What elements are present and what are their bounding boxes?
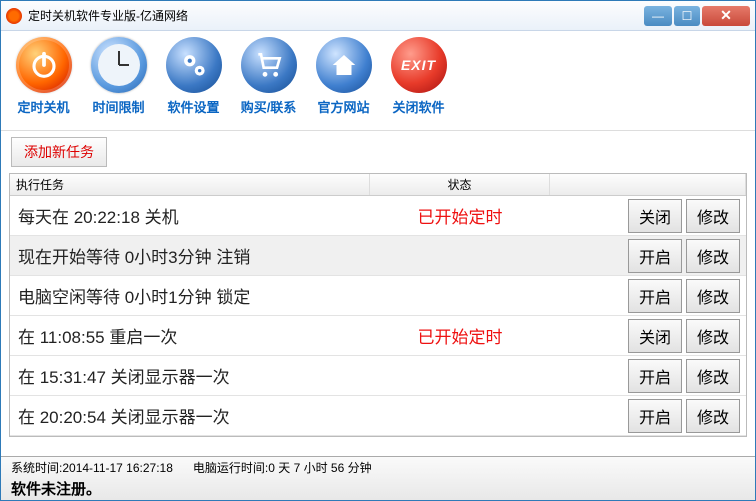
toggle-button[interactable]: 关闭 bbox=[628, 199, 682, 233]
toolbar-label: 官方网站 bbox=[317, 97, 369, 116]
table-row[interactable]: 现在开始等待 0小时3分钟 注销 开启修改 bbox=[10, 236, 746, 276]
toolbar-settings[interactable]: 软件设置 bbox=[161, 37, 226, 130]
status-cell: 已开始定时 bbox=[370, 203, 550, 228]
toolbar-label: 时间限制 bbox=[92, 97, 144, 116]
task-cell: 每天在 20:22:18 关机 bbox=[10, 203, 370, 228]
task-table: 执行任务 状态 每天在 20:22:18 关机已开始定时关闭修改现在开始等待 0… bbox=[9, 173, 747, 437]
toolbar-exit[interactable]: EXIT 关闭软件 bbox=[386, 37, 451, 130]
toolbar-label: 定时关机 bbox=[17, 97, 69, 116]
table-row[interactable]: 在 11:08:55 重启一次已开始定时关闭修改 bbox=[10, 316, 746, 356]
table-header: 执行任务 状态 bbox=[10, 174, 746, 196]
uptime-label: 电脑运行时间: bbox=[193, 461, 268, 475]
toggle-button[interactable]: 关闭 bbox=[628, 319, 682, 353]
system-time-label: 系统时间: bbox=[11, 461, 62, 475]
action-cell: 开启修改 bbox=[550, 359, 746, 393]
system-time: 2014-11-17 16:27:18 bbox=[62, 461, 173, 475]
action-cell: 关闭修改 bbox=[550, 199, 746, 233]
home-icon bbox=[316, 37, 372, 93]
power-icon bbox=[16, 37, 72, 93]
toolbar-website[interactable]: 官方网站 bbox=[311, 37, 376, 130]
window-controls: — ☐ ✕ bbox=[644, 6, 750, 26]
edit-button[interactable]: 修改 bbox=[686, 319, 740, 353]
task-cell: 在 11:08:55 重启一次 bbox=[10, 323, 370, 348]
minimize-button[interactable]: — bbox=[644, 6, 672, 26]
table-row[interactable]: 在 15:31:47 关闭显示器一次 开启修改 bbox=[10, 356, 746, 396]
register-status: 软件未注册。 bbox=[11, 478, 745, 499]
toolbar-label: 关闭软件 bbox=[392, 97, 444, 116]
header-task[interactable]: 执行任务 bbox=[10, 174, 370, 195]
add-task-button[interactable]: 添加新任务 bbox=[11, 137, 107, 167]
cart-icon bbox=[241, 37, 297, 93]
app-window: 定时关机软件专业版-亿通网络 — ☐ ✕ 定时关机 时间限制 软件设置 bbox=[0, 0, 756, 501]
task-cell: 在 15:31:47 关闭显示器一次 bbox=[10, 363, 370, 388]
edit-button[interactable]: 修改 bbox=[686, 399, 740, 433]
action-cell: 开启修改 bbox=[550, 399, 746, 433]
clock-icon bbox=[91, 37, 147, 93]
table-row[interactable]: 每天在 20:22:18 关机已开始定时关闭修改 bbox=[10, 196, 746, 236]
action-cell: 关闭修改 bbox=[550, 319, 746, 353]
edit-button[interactable]: 修改 bbox=[686, 239, 740, 273]
add-task-bar: 添加新任务 bbox=[1, 131, 755, 173]
app-icon bbox=[6, 8, 22, 24]
task-cell: 在 20:20:54 关闭显示器一次 bbox=[10, 403, 370, 428]
table-row[interactable]: 电脑空闲等待 0小时1分钟 锁定 开启修改 bbox=[10, 276, 746, 316]
window-title: 定时关机软件专业版-亿通网络 bbox=[28, 7, 644, 24]
statusbar: 系统时间:2014-11-17 16:27:18 电脑运行时间:0 天 7 小时… bbox=[1, 456, 755, 500]
maximize-button[interactable]: ☐ bbox=[674, 6, 700, 26]
table-row[interactable]: 在 20:20:54 关闭显示器一次 开启修改 bbox=[10, 396, 746, 436]
uptime: 0 天 7 小时 56 分钟 bbox=[268, 461, 371, 475]
toggle-button[interactable]: 开启 bbox=[628, 239, 682, 273]
toggle-button[interactable]: 开启 bbox=[628, 279, 682, 313]
exit-text: EXIT bbox=[401, 57, 436, 73]
toolbar-shutdown[interactable]: 定时关机 bbox=[11, 37, 76, 130]
edit-button[interactable]: 修改 bbox=[686, 359, 740, 393]
toolbar-buy-contact[interactable]: 购买/联系 bbox=[236, 37, 301, 130]
toolbar-label: 购买/联系 bbox=[241, 97, 297, 116]
action-cell: 开启修改 bbox=[550, 239, 746, 273]
exit-icon: EXIT bbox=[391, 37, 447, 93]
gear-icon bbox=[166, 37, 222, 93]
toggle-button[interactable]: 开启 bbox=[628, 399, 682, 433]
task-cell: 现在开始等待 0小时3分钟 注销 bbox=[10, 243, 370, 268]
edit-button[interactable]: 修改 bbox=[686, 199, 740, 233]
header-actions bbox=[550, 174, 746, 195]
toggle-button[interactable]: 开启 bbox=[628, 359, 682, 393]
titlebar[interactable]: 定时关机软件专业版-亿通网络 — ☐ ✕ bbox=[1, 1, 755, 31]
toolbar-time-limit[interactable]: 时间限制 bbox=[86, 37, 151, 130]
task-cell: 电脑空闲等待 0小时1分钟 锁定 bbox=[10, 283, 370, 308]
close-button[interactable]: ✕ bbox=[702, 6, 750, 26]
action-cell: 开启修改 bbox=[550, 279, 746, 313]
edit-button[interactable]: 修改 bbox=[686, 279, 740, 313]
status-cell: 已开始定时 bbox=[370, 323, 550, 348]
toolbar-label: 软件设置 bbox=[167, 97, 219, 116]
header-status[interactable]: 状态 bbox=[370, 174, 550, 195]
toolbar: 定时关机 时间限制 软件设置 购买/联系 官方网站 bbox=[1, 31, 755, 131]
